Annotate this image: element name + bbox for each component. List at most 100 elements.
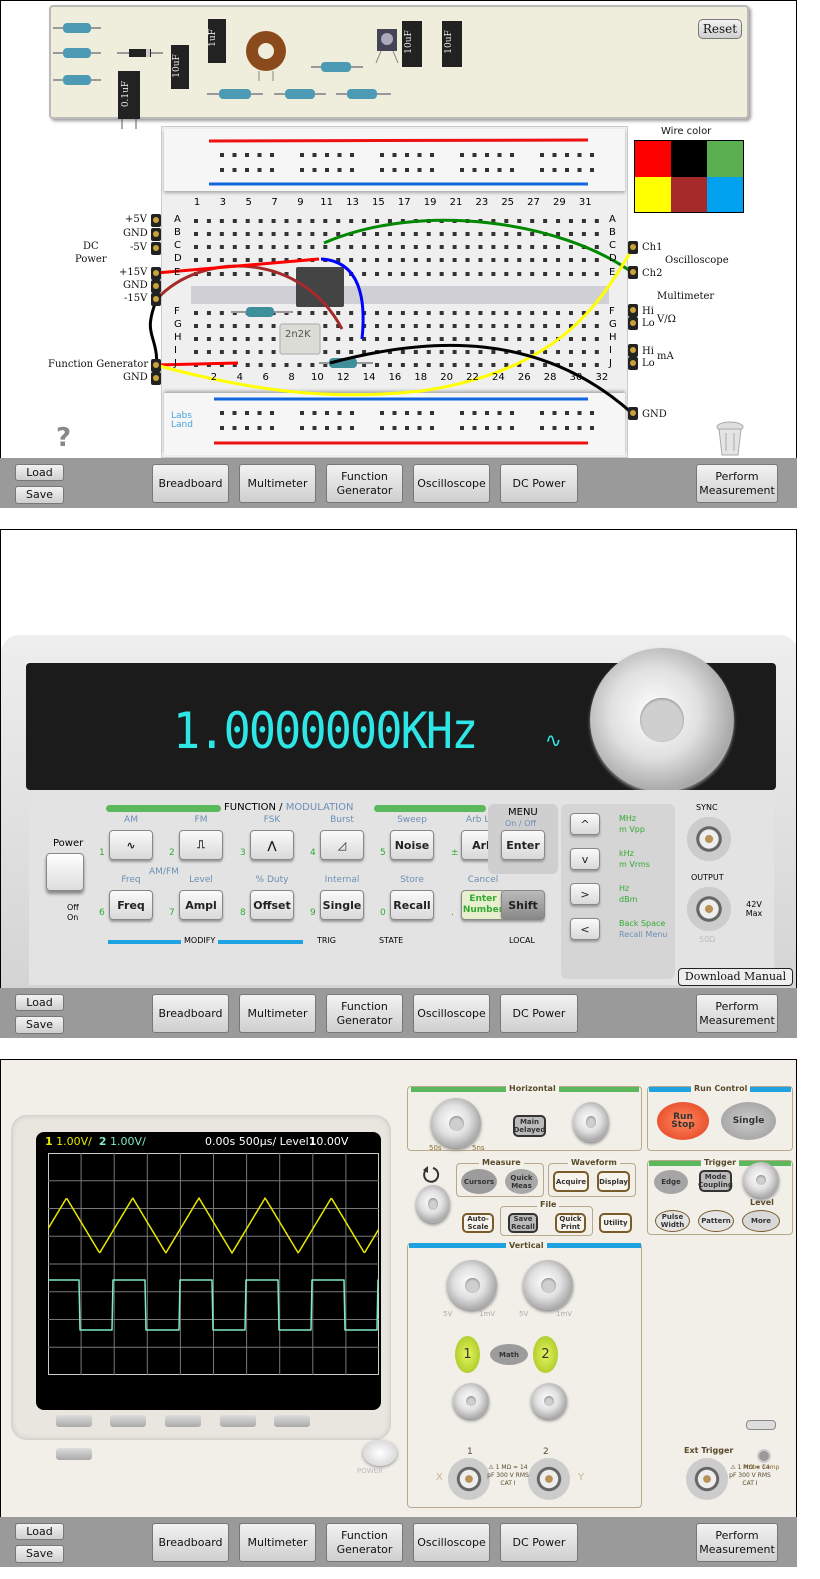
hole[interactable]: [530, 324, 535, 328]
rail-hole[interactable]: [232, 411, 237, 415]
hole[interactable]: [310, 232, 315, 236]
rail-hole[interactable]: [417, 153, 422, 157]
softkey-button[interactable]: [56, 1415, 92, 1427]
rail-hole[interactable]: [232, 153, 237, 157]
multimeter-button[interactable]: Multimeter: [239, 994, 316, 1033]
main-delayed-button[interactable]: Main Delayed: [513, 1115, 546, 1137]
hole[interactable]: [530, 232, 535, 236]
rail-hole[interactable]: [380, 153, 384, 157]
hole[interactable]: [375, 363, 380, 367]
hole[interactable]: [581, 324, 586, 328]
hole[interactable]: [478, 311, 483, 315]
rail-hole[interactable]: [325, 426, 329, 430]
fg-key[interactable]: Single: [320, 890, 364, 920]
rail-hole[interactable]: [232, 168, 237, 172]
hole[interactable]: [375, 337, 380, 341]
hole[interactable]: [594, 245, 599, 249]
hole[interactable]: [206, 337, 211, 341]
rail-hole[interactable]: [405, 153, 409, 157]
edge-button[interactable]: Edge: [654, 1170, 688, 1194]
hole[interactable]: [530, 363, 535, 367]
rail-hole[interactable]: [552, 168, 557, 172]
function-generator-button[interactable]: Function Generator: [326, 994, 403, 1033]
hole[interactable]: [219, 337, 224, 341]
rail-hole[interactable]: [325, 153, 329, 157]
save-button[interactable]: Save: [15, 1545, 64, 1563]
hole[interactable]: [504, 258, 509, 262]
hole[interactable]: [478, 232, 483, 236]
hole[interactable]: [581, 258, 586, 262]
hole[interactable]: [349, 324, 354, 328]
rail-hole[interactable]: [590, 153, 594, 157]
hole[interactable]: [297, 363, 302, 367]
rail-hole[interactable]: [417, 411, 422, 415]
hole[interactable]: [336, 245, 341, 249]
hole[interactable]: [517, 245, 522, 249]
connector-minus5v[interactable]: [151, 242, 161, 255]
rail-hole[interactable]: [220, 426, 224, 430]
hole[interactable]: [387, 245, 392, 249]
hole[interactable]: [413, 337, 418, 341]
connector-mm-hi-ma[interactable]: [628, 344, 638, 357]
hole[interactable]: [504, 324, 509, 328]
hole[interactable]: [310, 363, 315, 367]
ch2-button[interactable]: 2: [533, 1336, 558, 1373]
connector-plus5v[interactable]: [151, 214, 161, 227]
hole[interactable]: [232, 337, 237, 341]
hole[interactable]: [413, 258, 418, 262]
hole[interactable]: [465, 324, 470, 328]
hole[interactable]: [400, 350, 405, 354]
arrow-button[interactable]: <: [570, 918, 600, 940]
single-button[interactable]: Single: [721, 1102, 776, 1140]
rail-hole[interactable]: [577, 168, 582, 172]
hole[interactable]: [439, 232, 444, 236]
hole[interactable]: [504, 219, 509, 223]
hole[interactable]: [439, 245, 444, 249]
hole[interactable]: [297, 219, 302, 223]
more-button[interactable]: More: [742, 1210, 780, 1232]
rail-hole[interactable]: [270, 411, 274, 415]
hole[interactable]: [232, 219, 237, 223]
wire-color-swatch[interactable]: [671, 176, 707, 212]
hole[interactable]: [543, 258, 548, 262]
hole[interactable]: [491, 258, 496, 262]
hole[interactable]: [478, 324, 483, 328]
rail-hole[interactable]: [257, 168, 262, 172]
hole[interactable]: [323, 324, 328, 328]
hole[interactable]: [439, 258, 444, 262]
hole[interactable]: [594, 219, 599, 223]
shift-button[interactable]: Shift: [501, 890, 545, 920]
rail-hole[interactable]: [380, 411, 384, 415]
fg-key[interactable]: Enter Number: [461, 890, 505, 920]
hole[interactable]: [594, 232, 599, 236]
hole[interactable]: [336, 350, 341, 354]
probe-comp-terminal[interactable]: [757, 1449, 771, 1463]
hole[interactable]: [504, 311, 509, 315]
hole[interactable]: [465, 350, 470, 354]
rail-hole[interactable]: [510, 411, 514, 415]
hole[interactable]: [530, 258, 535, 262]
hole[interactable]: [426, 350, 431, 354]
rail-hole[interactable]: [392, 168, 397, 172]
hole[interactable]: [413, 324, 418, 328]
hole[interactable]: [465, 258, 470, 262]
rail-hole[interactable]: [220, 411, 224, 415]
hole[interactable]: [504, 232, 509, 236]
rail-hole[interactable]: [312, 168, 317, 172]
hole[interactable]: [400, 258, 405, 262]
perform-measurement-button[interactable]: Perform Measurement: [696, 464, 778, 503]
rail-hole[interactable]: [552, 411, 557, 415]
hole[interactable]: [568, 363, 573, 367]
hole[interactable]: [594, 311, 599, 315]
hole[interactable]: [310, 311, 315, 315]
hole[interactable]: [258, 245, 263, 249]
connector-plus15v[interactable]: [151, 267, 161, 280]
hole[interactable]: [543, 219, 548, 223]
hole[interactable]: [323, 350, 328, 354]
hole[interactable]: [439, 337, 444, 341]
hole[interactable]: [504, 337, 509, 341]
hole[interactable]: [323, 311, 328, 315]
hole[interactable]: [556, 350, 561, 354]
hole[interactable]: [478, 245, 483, 249]
ext-trigger-connector[interactable]: [686, 1458, 728, 1500]
